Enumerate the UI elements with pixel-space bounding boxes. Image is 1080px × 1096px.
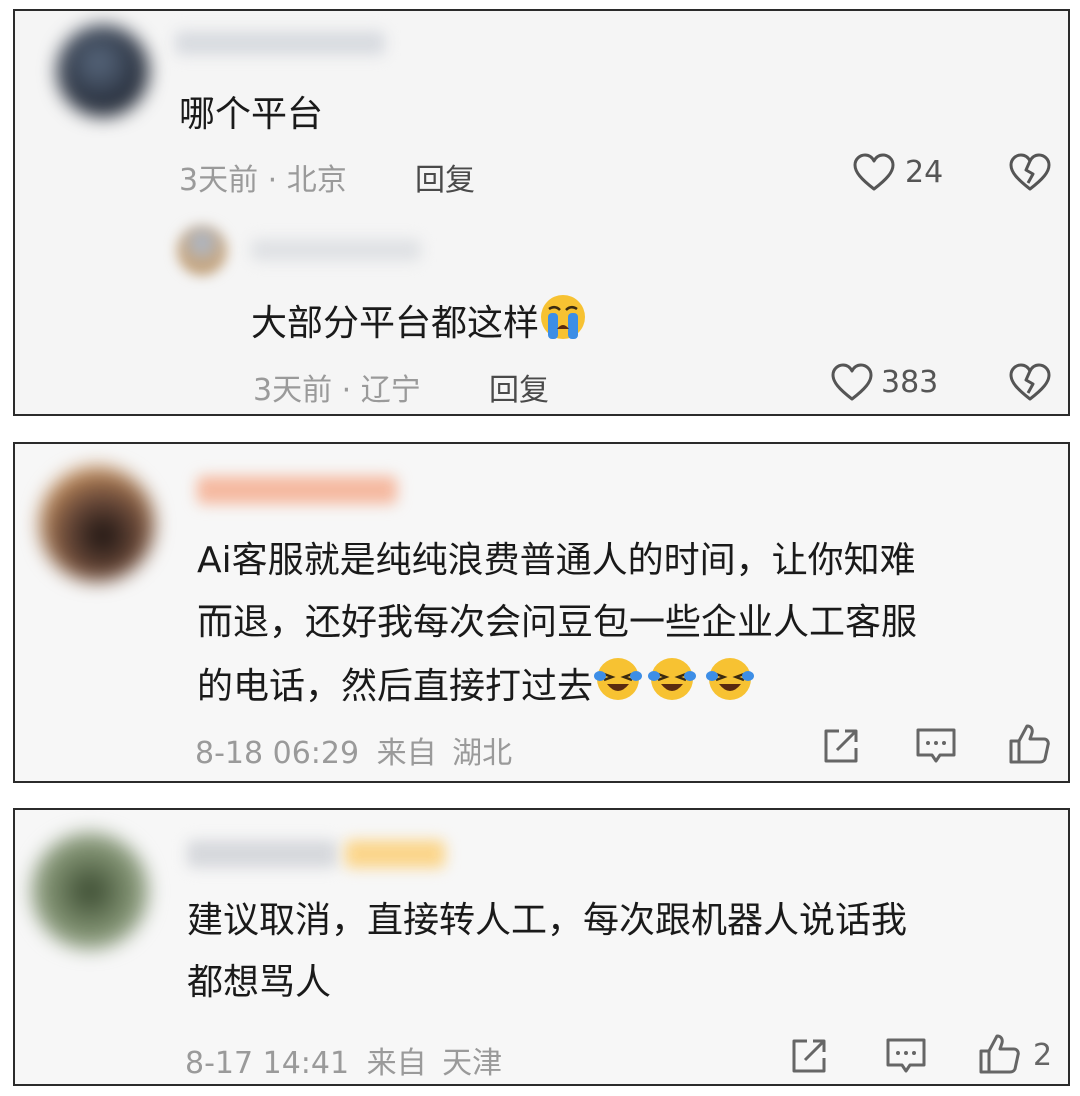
reply-text: 大部分平台都这样 <box>251 293 587 346</box>
comment-line-last: 的电话，然后直接打过去 <box>197 654 917 718</box>
user-badge-blurred <box>345 840 445 868</box>
avatar[interactable] <box>39 466 155 582</box>
broken-heart-icon[interactable] <box>1009 363 1051 403</box>
thumbs-up-icon[interactable] <box>1007 722 1051 766</box>
reply-time: 3天前 <box>253 373 333 408</box>
comment-text: Ai客服就是纯纯浪费普通人的时间，让你知难 而退，还好我每次会问豆包一些企业人工… <box>197 530 917 718</box>
username-blurred[interactable] <box>197 476 397 504</box>
reply-text-body: 大部分平台都这样 <box>251 303 540 344</box>
avatar[interactable] <box>31 832 149 950</box>
like-count: 24 <box>905 155 944 190</box>
comment-time: 3天前 <box>179 163 259 198</box>
reply-meta: 3天前 · 辽宁 <box>253 365 421 409</box>
heart-icon[interactable] <box>853 153 895 193</box>
comment-line: 的电话，然后直接打过去 <box>197 666 594 707</box>
reply-location: 辽宁 <box>360 373 421 408</box>
from-label: 来自 <box>366 1046 427 1081</box>
comment-text: 哪个平台 <box>179 94 324 135</box>
comment-meta: 8-17 14:41 来自 天津 <box>185 1038 502 1082</box>
username-blurred[interactable] <box>187 840 337 868</box>
comment-location: 天津 <box>442 1046 503 1081</box>
comment-meta: 8-18 06:29 来自 湖北 <box>195 728 512 772</box>
laughing-crying-face-icon <box>706 658 755 700</box>
from-label: 来自 <box>376 736 437 771</box>
laughing-crying-face-icon <box>648 658 697 700</box>
broken-heart-icon[interactable] <box>1009 153 1051 193</box>
reply-button[interactable]: 回复 <box>415 155 475 199</box>
laughing-crying-face-icon <box>594 658 643 700</box>
share-icon[interactable] <box>821 726 861 766</box>
comment-text: 建议取消，直接转人工，每次跟机器人说话我 都想骂人 <box>187 890 907 1014</box>
reply-reply-button[interactable]: 回复 <box>489 365 549 409</box>
comment-icon[interactable] <box>915 726 957 766</box>
comment-panel-douyin: 哪个平台 3天前 · 北京 回复 24 大部分平台都这样 3天前 · 辽宁 回复… <box>13 9 1070 416</box>
reply-avatar[interactable] <box>177 225 227 275</box>
comment-panel-weibo-2: 建议取消，直接转人工，每次跟机器人说话我 都想骂人 8-17 14:41 来自 … <box>13 808 1070 1086</box>
reply-username-blurred[interactable] <box>251 239 421 261</box>
comment-date: 8-17 14:41 <box>185 1046 350 1081</box>
comment-line: Ai客服就是纯纯浪费普通人的时间，让你知难 <box>197 540 916 581</box>
comment-location: 湖北 <box>452 736 513 771</box>
meta-separator: · <box>258 163 287 198</box>
comment-meta: 3天前 · 北京 <box>179 155 347 199</box>
comment-line: 都想骂人 <box>187 962 332 1003</box>
comment-line: 而退，还好我每次会问豆包一些企业人工客服 <box>197 602 918 643</box>
meta-separator: · <box>332 373 361 408</box>
heart-icon[interactable] <box>831 363 873 403</box>
comment-location: 北京 <box>286 163 347 198</box>
reply-like-count: 383 <box>881 365 939 400</box>
avatar[interactable] <box>57 25 149 117</box>
username-blurred[interactable] <box>175 31 385 55</box>
share-icon[interactable] <box>789 1036 829 1076</box>
crying-face-icon <box>541 295 586 339</box>
comment-line: 建议取消，直接转人工，每次跟机器人说话我 <box>187 900 908 941</box>
comment-panel-weibo-1: Ai客服就是纯纯浪费普通人的时间，让你知难 而退，还好我每次会问豆包一些企业人工… <box>13 442 1070 783</box>
comment-date: 8-18 06:29 <box>195 736 360 771</box>
like-count: 2 <box>1033 1038 1053 1073</box>
thumbs-up-icon[interactable] <box>977 1032 1021 1076</box>
comment-icon[interactable] <box>885 1036 927 1076</box>
